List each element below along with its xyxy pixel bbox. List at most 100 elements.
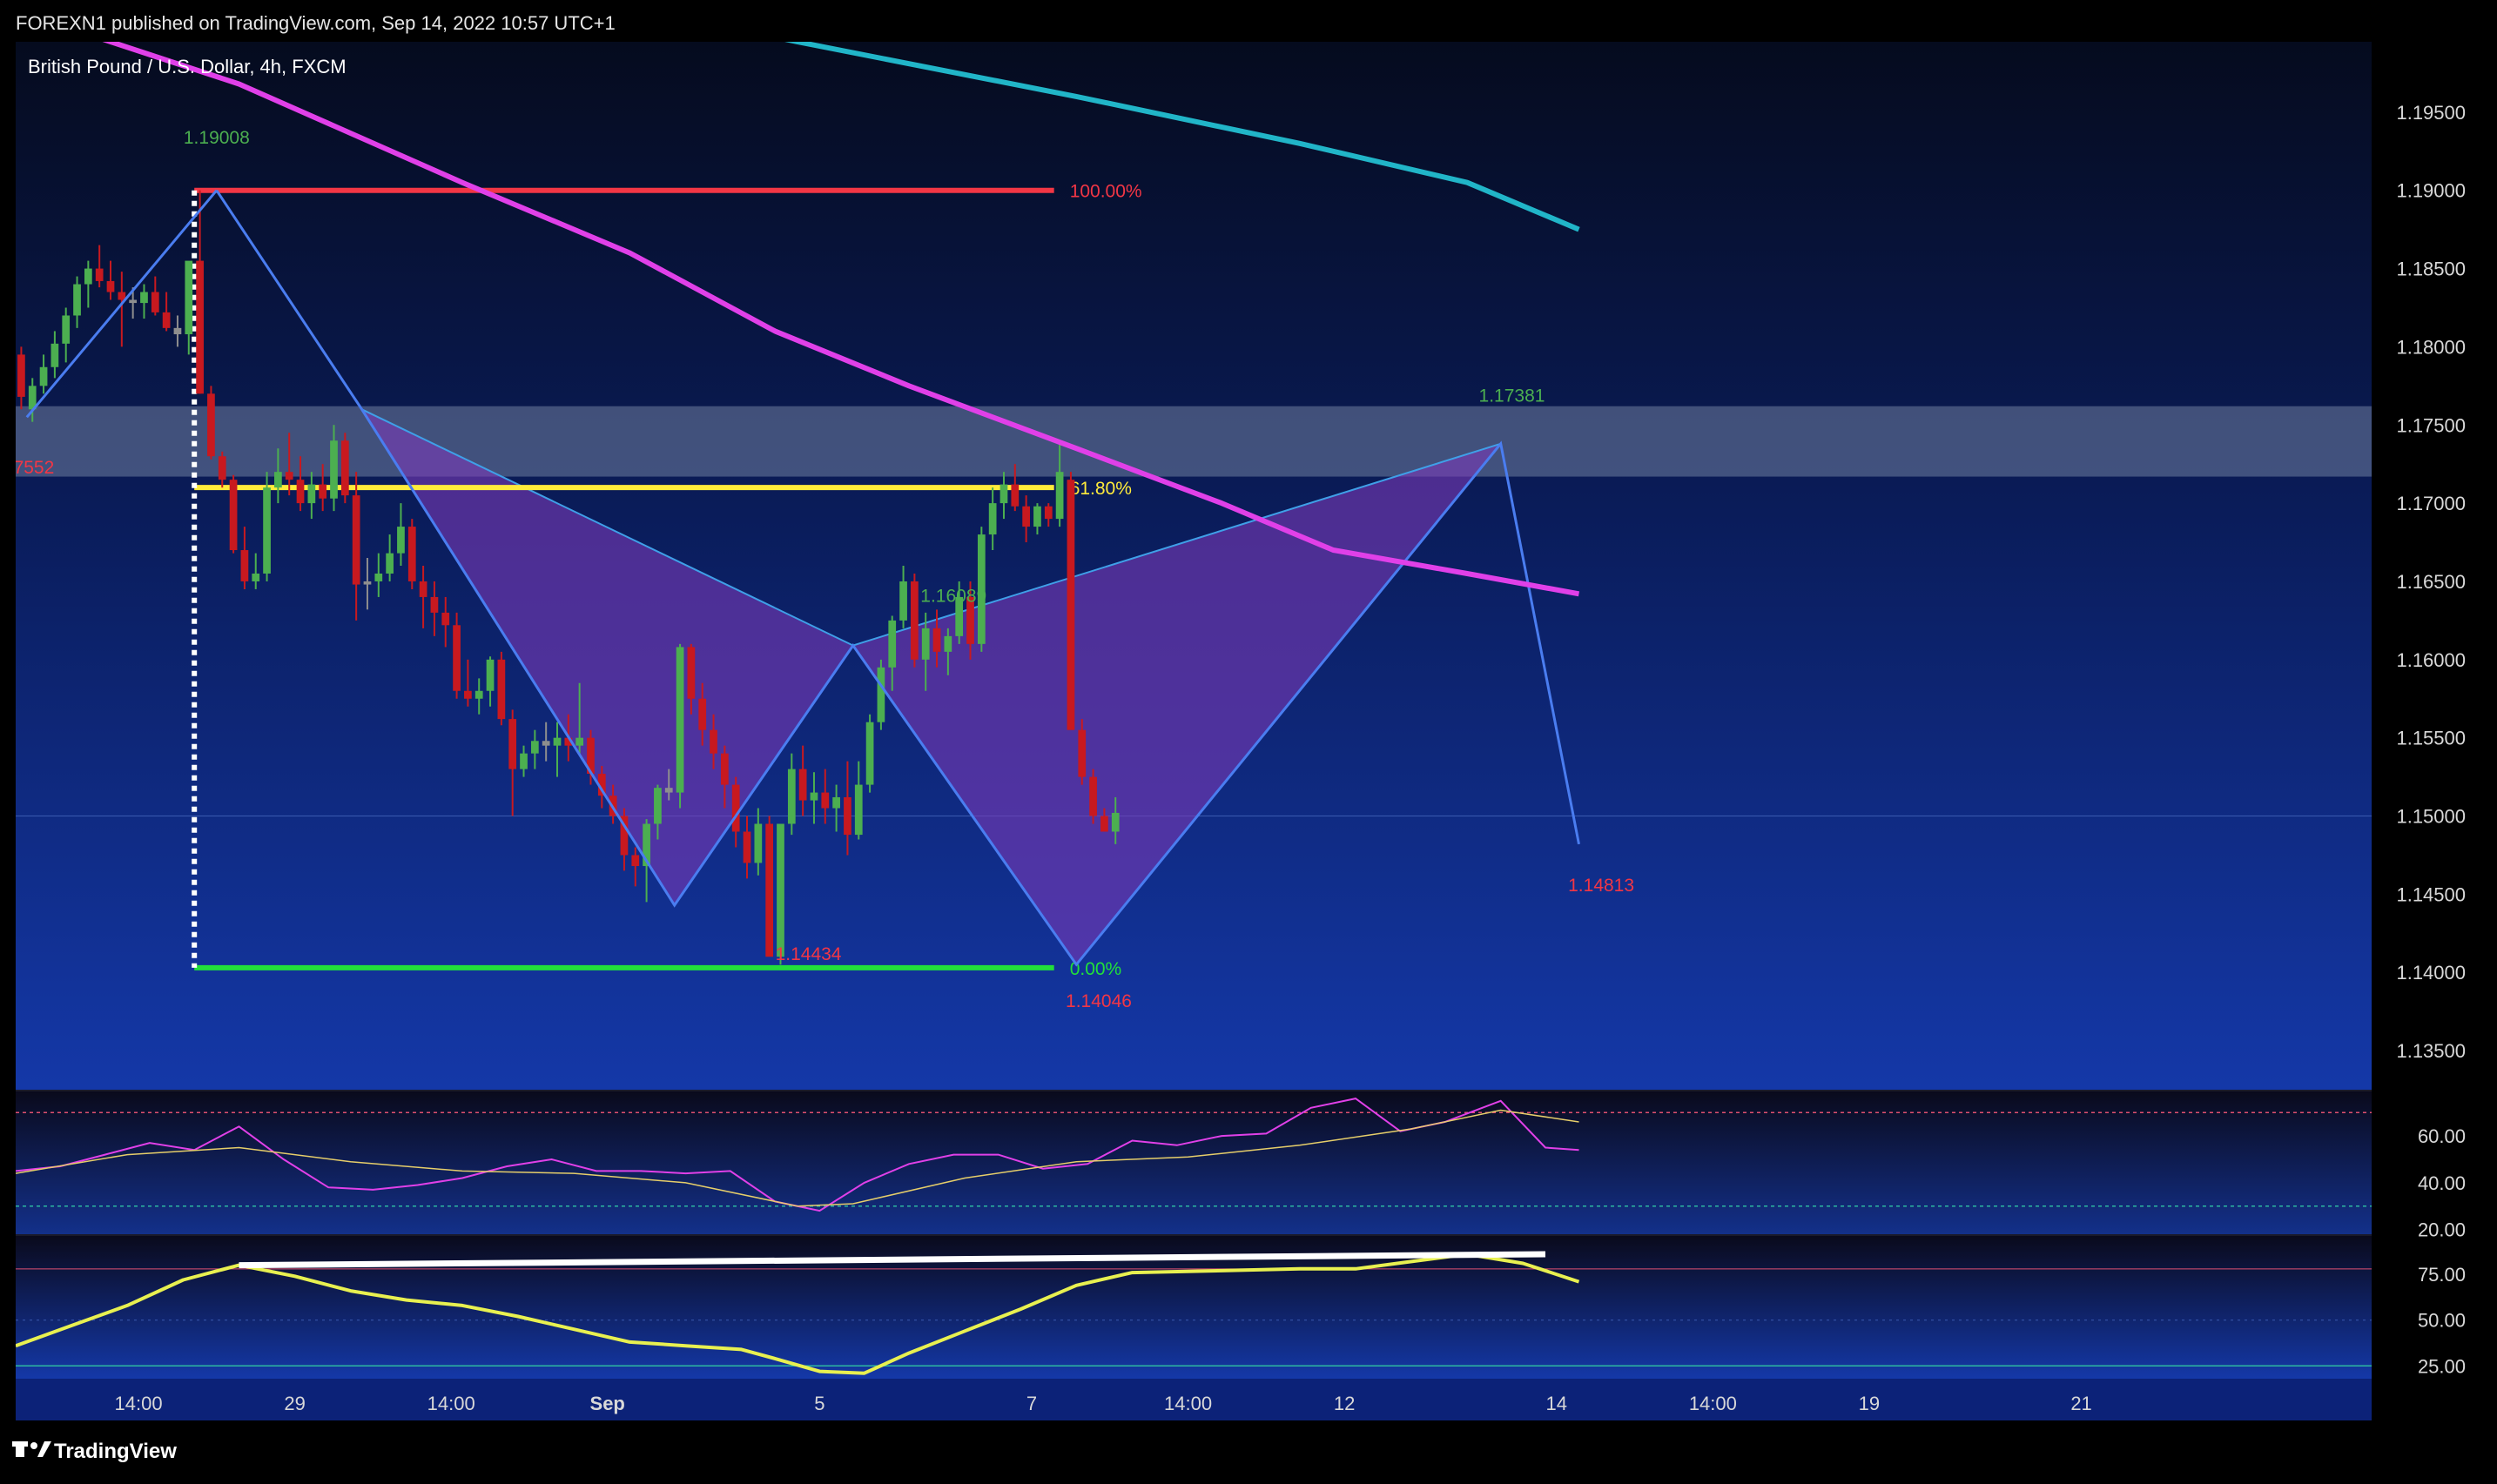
candle-body: [721, 753, 729, 785]
candle-body: [1022, 506, 1030, 527]
candle-body: [821, 792, 830, 809]
price-axis-tick: 1.13500: [2396, 1040, 2466, 1062]
candle-body: [877, 667, 885, 722]
rsi-axis-tick: 40.00: [2418, 1172, 2466, 1194]
price-axis-tick: 1.15000: [2396, 806, 2466, 828]
candle-body: [196, 260, 204, 394]
price-annotation-3: 1.14434: [776, 944, 842, 964]
tradingview-chart-screen: FOREXN1 published on TradingView.com, Se…: [0, 0, 2497, 1480]
candle-body: [240, 550, 249, 581]
candle-body: [854, 784, 863, 836]
candle-body: [888, 620, 897, 668]
candle-body: [430, 596, 439, 613]
candle-body: [664, 788, 673, 793]
osc-axis-tick: 75.00: [2418, 1264, 2466, 1286]
candle-body: [911, 581, 919, 660]
price-axis-tick: 1.19500: [2396, 102, 2466, 124]
price-axis-tick: 1.19000: [2396, 180, 2466, 202]
tradingview-brand: TradingView: [54, 1440, 177, 1463]
candle-body: [252, 573, 260, 581]
candle-body: [1011, 484, 1020, 507]
candle-body: [743, 831, 751, 863]
candle-body: [229, 480, 238, 551]
price-annotation-2: 1.16089: [920, 586, 986, 606]
price-axis-tick: 1.17000: [2396, 493, 2466, 514]
published-header: FOREXN1 published on TradingView.com, Se…: [16, 12, 616, 34]
candle-body: [575, 737, 584, 746]
price-axis-tick: 1.14000: [2396, 962, 2466, 984]
time-axis-tick: 7: [1026, 1393, 1037, 1414]
candle-body: [307, 484, 316, 504]
candle-body: [50, 343, 59, 367]
time-axis-tick: 21: [2070, 1393, 2091, 1414]
price-axis-tick: 1.16000: [2396, 649, 2466, 671]
price-axis-tick: 1.18500: [2396, 259, 2466, 280]
candle-body: [654, 788, 662, 824]
candle-body: [73, 284, 81, 316]
candle-body: [787, 769, 796, 824]
candle-body: [486, 659, 495, 691]
chart-canvas[interactable]: FOREXN1 published on TradingView.com, Se…: [0, 0, 2497, 1480]
candle-body: [921, 628, 930, 660]
candle-body: [1100, 816, 1108, 832]
candle-body: [777, 823, 784, 957]
time-axis-tick: 14: [1546, 1393, 1567, 1414]
candle-body: [386, 553, 394, 574]
candle-body: [932, 628, 941, 652]
candle-body: [1055, 472, 1064, 520]
candle-body: [319, 484, 327, 499]
candle-body: [274, 472, 282, 488]
candle-body: [84, 268, 92, 285]
price-axis-tick: 1.16500: [2396, 571, 2466, 593]
candle-body: [419, 581, 427, 597]
candle-body: [352, 495, 360, 585]
candle-body: [810, 792, 818, 801]
candle-body: [687, 647, 696, 699]
candle-body: [832, 796, 840, 809]
candle-body: [899, 581, 907, 621]
price-annotation-1: 1.17381: [1479, 386, 1545, 406]
candle-body: [497, 659, 506, 720]
fib-level-label-0: 100.00%: [1070, 182, 1142, 202]
candle-body: [363, 581, 372, 585]
candle-body: [453, 625, 461, 691]
candle-body: [441, 612, 450, 626]
price-axis-tick: 1.17500: [2396, 414, 2466, 436]
candle-body: [62, 315, 71, 344]
candle-body: [218, 456, 226, 480]
candle-body: [988, 503, 997, 535]
price-annotation-5: 1.14813: [1568, 876, 1634, 896]
price-annotation-0: 1.19008: [184, 128, 250, 148]
candle-body: [340, 440, 349, 496]
candle-body: [407, 527, 416, 581]
candle-body: [1044, 506, 1053, 520]
candle-body: [330, 440, 338, 499]
candle-body: [999, 484, 1008, 504]
candle-body: [1033, 506, 1041, 527]
candle-body: [151, 292, 159, 312]
candle-body: [1089, 776, 1097, 816]
symbol-title: British Pound / U.S. Dollar, 4h, FXCM: [28, 56, 347, 77]
candle-body: [542, 741, 550, 746]
rsi-axis-tick: 60.00: [2418, 1125, 2466, 1147]
time-axis-tick: 19: [1859, 1393, 1880, 1414]
tradingview-logo-icon: [12, 1441, 51, 1457]
candle-body: [17, 354, 25, 397]
osc-axis-tick: 25.00: [2418, 1355, 2466, 1377]
candle-body: [129, 299, 138, 304]
candle-body: [263, 487, 271, 574]
price-annotation-6: 17552: [3, 458, 54, 478]
rsi-axis-tick: 20.00: [2418, 1219, 2466, 1241]
candle-body: [95, 268, 104, 281]
tradingview-logo[interactable]: TradingView: [12, 1440, 177, 1463]
candle-body: [285, 472, 293, 480]
candle-body: [553, 737, 562, 746]
time-axis-tick: 29: [284, 1393, 305, 1414]
candle-body: [1111, 812, 1120, 832]
candle-body: [1067, 480, 1075, 730]
candle-body: [765, 823, 774, 957]
candle-body: [106, 280, 115, 292]
candle-body: [374, 573, 383, 581]
candle-body: [676, 647, 684, 793]
time-axis-tick: 14:00: [427, 1393, 475, 1414]
